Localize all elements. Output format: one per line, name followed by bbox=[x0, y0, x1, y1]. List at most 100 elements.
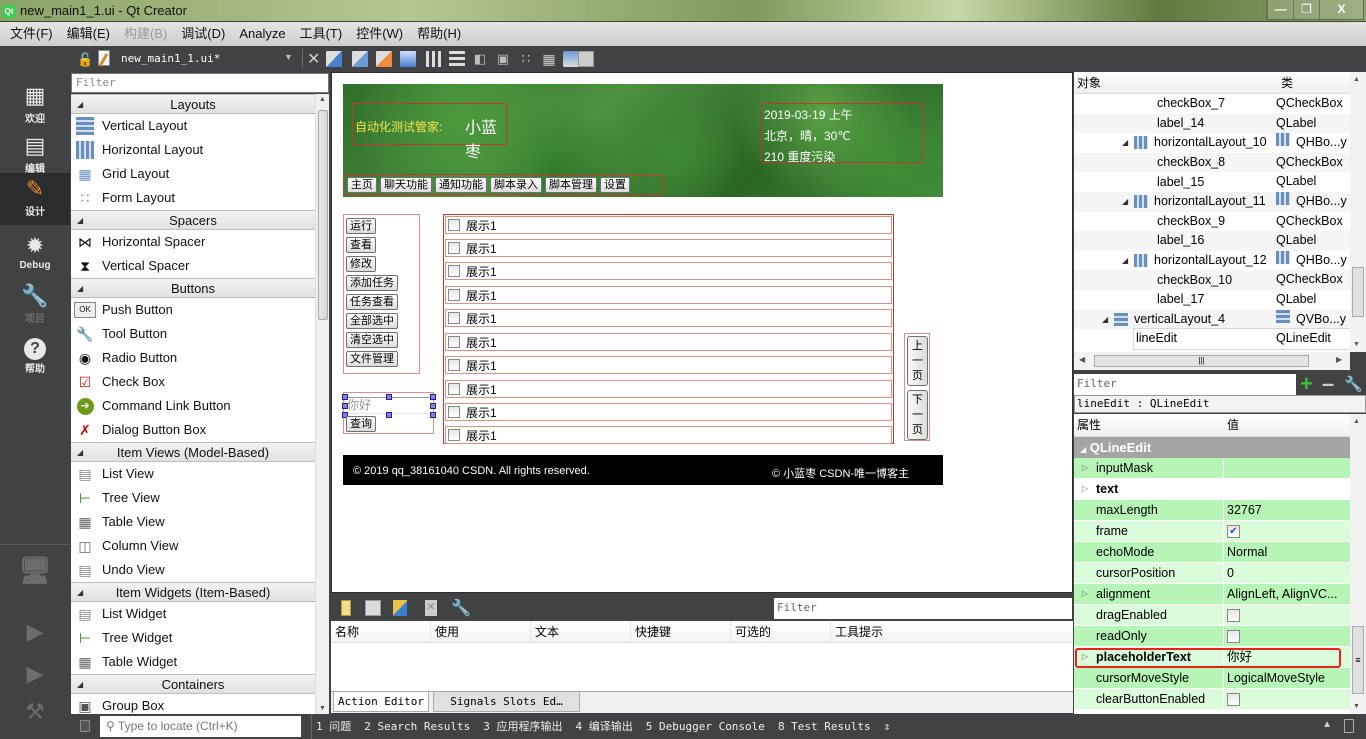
copy-action-icon[interactable] bbox=[365, 600, 381, 616]
menu-tools[interactable]: 工具(T) bbox=[293, 22, 350, 46]
column-class[interactable]: 类 bbox=[1278, 72, 1293, 93]
expand-icon[interactable]: ◢ bbox=[1122, 133, 1134, 152]
checkbox[interactable] bbox=[448, 242, 460, 254]
scrollbar-thumb[interactable] bbox=[318, 110, 328, 320]
prev-page-button[interactable]: 上一页 bbox=[907, 336, 928, 386]
widget-undo-view[interactable]: ▤ Undo View bbox=[71, 558, 315, 582]
menu-widgets[interactable]: 控件(W) bbox=[349, 22, 410, 46]
scroll-left-icon[interactable]: ◀ bbox=[1079, 355, 1085, 364]
property-value[interactable] bbox=[1224, 689, 1350, 709]
output-compile[interactable]: 4 编译输出 bbox=[575, 714, 632, 739]
adjust-size-icon[interactable] bbox=[578, 51, 594, 67]
mode-help[interactable]: ? 帮助 bbox=[0, 330, 70, 380]
property-row-alignment[interactable]: ▷ alignment AlignLeft, AlignVC... bbox=[1074, 584, 1350, 605]
expand-icon[interactable]: ▷ bbox=[1074, 479, 1096, 499]
checkbox[interactable] bbox=[448, 289, 460, 301]
widget-tree-widget[interactable]: ⊢ Tree Widget bbox=[71, 626, 315, 650]
checkbox-unchecked[interactable] bbox=[1227, 608, 1240, 622]
info-layout[interactable]: 2019-03-19 上午 北京，晴，30℃ 210 重度污染 bbox=[761, 103, 923, 164]
output-more-icon[interactable]: ⇕ bbox=[884, 714, 891, 739]
property-row-cursorMoveStyle[interactable]: cursorMoveStyle LogicalMoveStyle bbox=[1074, 668, 1350, 689]
view-button[interactable]: 查看 bbox=[346, 237, 376, 253]
layout-vertical-icon[interactable] bbox=[449, 51, 465, 67]
resize-handle[interactable] bbox=[386, 412, 392, 418]
column-tooltip[interactable]: 工具提示 bbox=[831, 621, 1073, 642]
object-inspector-vscrollbar[interactable]: ▲ ▼ bbox=[1350, 72, 1366, 352]
category-buttons[interactable]: ◢ Buttons bbox=[71, 278, 315, 298]
widget-grid-layout[interactable]: ▦ Grid Layout bbox=[71, 162, 315, 186]
widget-group-box[interactable]: ▣ Group Box bbox=[71, 694, 315, 714]
app-label[interactable]: 自动化测试管家: bbox=[355, 118, 442, 135]
date-label[interactable]: 2019-03-19 上午 bbox=[764, 106, 853, 123]
tab-signals-slots[interactable]: Signals Slots Ed… bbox=[433, 692, 580, 712]
layout-horizontal-splitter-icon[interactable]: ◧ bbox=[472, 51, 488, 67]
close-button[interactable]: X bbox=[1319, 0, 1363, 19]
resize-handle[interactable] bbox=[430, 394, 436, 400]
column-shortcut[interactable]: 快捷键 bbox=[631, 621, 731, 642]
widget-table-view[interactable]: ▦ Table View bbox=[71, 510, 315, 534]
resize-handle[interactable] bbox=[430, 403, 436, 409]
property-row-maxLength[interactable]: maxLength 32767 bbox=[1074, 500, 1350, 521]
property-value[interactable] bbox=[1224, 479, 1350, 499]
weather-label[interactable]: 北京，晴，30℃ bbox=[764, 127, 851, 144]
column-property[interactable]: 属性 bbox=[1074, 414, 1224, 436]
column-checkable[interactable]: 可选的 bbox=[731, 621, 831, 642]
widget-tree-view[interactable]: ⊢ Tree View bbox=[71, 486, 315, 510]
break-layout-icon[interactable] bbox=[563, 51, 579, 67]
expand-icon[interactable]: ▷ bbox=[1074, 647, 1096, 667]
menu-help[interactable]: 帮助(H) bbox=[410, 22, 468, 46]
run-button[interactable]: ▶ bbox=[0, 616, 70, 652]
checkbox-checked[interactable]: ✔ bbox=[1227, 524, 1240, 538]
property-row-echoMode[interactable]: echoMode Normal bbox=[1074, 542, 1350, 563]
widget-check-box[interactable]: ☑ Check Box bbox=[71, 370, 315, 394]
widget-vertical-spacer[interactable]: ⧗ Vertical Spacer bbox=[71, 254, 315, 278]
scrollbar-thumb[interactable] bbox=[1352, 267, 1364, 317]
widget-horizontal-spacer[interactable]: ⋈ Horizontal Spacer bbox=[71, 230, 315, 254]
title-layout[interactable]: 自动化测试管家: 小蓝枣 bbox=[352, 103, 507, 161]
property-value[interactable] bbox=[1224, 458, 1350, 478]
object-inspector-hscrollbar[interactable]: ◀ ||| ▶ bbox=[1074, 352, 1350, 370]
checkbox-unchecked[interactable] bbox=[1227, 692, 1240, 706]
property-value[interactable]: 0 bbox=[1224, 563, 1350, 583]
checkbox-unchecked[interactable] bbox=[1227, 629, 1240, 643]
add-task-button[interactable]: 添加任务 bbox=[346, 275, 398, 291]
checkbox[interactable] bbox=[448, 429, 460, 441]
task-view-button[interactable]: 任务查看 bbox=[346, 294, 398, 310]
new-action-icon[interactable] bbox=[341, 600, 351, 616]
column-value[interactable]: 值 bbox=[1224, 414, 1239, 436]
resize-handle[interactable] bbox=[430, 412, 436, 418]
configure-wrench-icon[interactable]: 🔧 bbox=[1344, 375, 1363, 393]
menu-analyze[interactable]: Analyze bbox=[232, 22, 292, 46]
object-tree-row[interactable]: checkBox_8 QCheckBox bbox=[1074, 152, 1366, 173]
category-item-views[interactable]: ◢ Item Views (Model-Based) bbox=[71, 442, 315, 462]
query-button[interactable]: 查询 bbox=[346, 416, 376, 432]
nav-home-button[interactable]: 主页 bbox=[347, 176, 377, 193]
open-file-name[interactable]: new_main1_1.ui* bbox=[121, 52, 220, 65]
widget-table-widget[interactable]: ▦ Table Widget bbox=[71, 650, 315, 674]
configure-wrench-icon[interactable]: 🔧 bbox=[451, 598, 471, 618]
list-item[interactable]: 展示1 bbox=[445, 333, 892, 351]
checkbox[interactable] bbox=[448, 265, 460, 277]
property-row-frame[interactable]: frame ✔ bbox=[1074, 521, 1350, 542]
widget-list-widget[interactable]: ▤ List Widget bbox=[71, 602, 315, 626]
nav-script-input-button[interactable]: 脚本录入 bbox=[490, 176, 542, 193]
object-tree-row[interactable]: checkBox_9 QCheckBox bbox=[1074, 212, 1366, 232]
clear-selection-button[interactable]: 清空选中 bbox=[346, 332, 398, 348]
kit-selector[interactable]: 🖥 bbox=[0, 554, 70, 604]
property-editor-vscrollbar[interactable]: ▲ ≡ ▼ bbox=[1350, 414, 1366, 714]
widget-command-link-button[interactable]: ➜ Command Link Button bbox=[71, 394, 315, 418]
minimize-button[interactable]: — bbox=[1267, 0, 1293, 19]
object-tree-row[interactable]: label_14 QLabel bbox=[1074, 113, 1366, 134]
list-item[interactable]: 展示1 bbox=[445, 239, 892, 257]
object-tree-row[interactable]: checkBox_7 QCheckBox bbox=[1074, 94, 1366, 114]
resize-handle[interactable] bbox=[342, 394, 348, 400]
category-item-widgets[interactable]: ◢ Item Widgets (Item-Based) bbox=[71, 582, 315, 602]
edit-widgets-icon[interactable] bbox=[326, 51, 342, 67]
layout-horizontal-icon[interactable] bbox=[426, 51, 442, 67]
run-task-button[interactable]: 运行 bbox=[346, 218, 376, 234]
widget-filter-input[interactable]: Filter bbox=[71, 73, 329, 93]
remove-dynamic-property-icon[interactable]: – bbox=[1322, 371, 1334, 397]
object-tree-row[interactable]: ◢ horizontalLayout_10 QHBo...y bbox=[1074, 133, 1366, 153]
menu-edit[interactable]: 编辑(E) bbox=[60, 22, 117, 46]
widget-column-view[interactable]: ◫ Column View bbox=[71, 534, 315, 558]
